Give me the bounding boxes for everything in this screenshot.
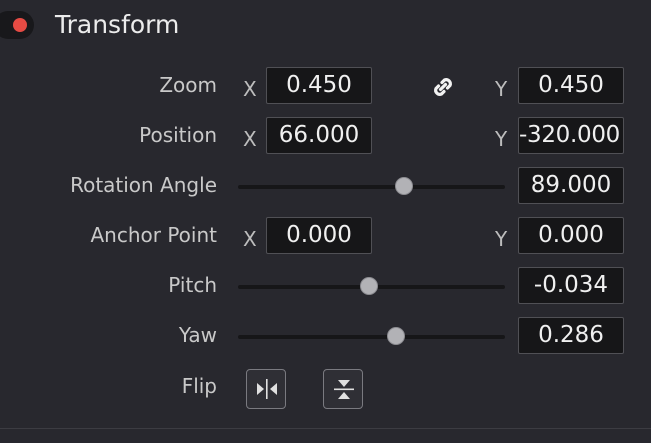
section-title: Transform (55, 10, 180, 39)
yaw-field[interactable]: 0.286 (518, 317, 624, 354)
yaw-label: Yaw (178, 323, 217, 347)
pitch-label: Pitch (168, 273, 217, 297)
transform-header: Transform (0, 0, 651, 54)
flip-horizontal-icon (257, 379, 277, 399)
zoom-label: Zoom (159, 73, 217, 97)
pitch-slider[interactable] (238, 277, 505, 295)
rotation-angle-slider[interactable] (238, 177, 505, 195)
yaw-slider[interactable] (238, 327, 505, 345)
anchor-point-label: Anchor Point (90, 223, 217, 247)
position-x-label: X (243, 127, 257, 151)
anchor-x-field[interactable]: 0.000 (266, 217, 372, 254)
anchor-y-field[interactable]: 0.000 (518, 217, 624, 254)
anchor-x-label: X (243, 227, 257, 251)
rotation-angle-label: Rotation Angle (70, 173, 217, 197)
transform-panel: Transform Zoom X 0.450 Y 0.450 Position … (0, 0, 651, 443)
enable-toggle[interactable] (0, 11, 34, 39)
zoom-y-label: Y (495, 77, 508, 101)
position-y-field[interactable]: -320.000 (518, 117, 624, 154)
zoom-x-field[interactable]: 0.450 (266, 67, 372, 104)
position-x-field[interactable]: 66.000 (266, 117, 372, 154)
flip-vertical-button[interactable] (323, 369, 363, 409)
pitch-field[interactable]: -0.034 (518, 267, 624, 304)
position-y-label: Y (495, 127, 508, 151)
enabled-indicator-icon (13, 18, 27, 32)
link-icon[interactable] (429, 73, 457, 101)
zoom-x-label: X (243, 77, 257, 101)
rotation-angle-slider-handle[interactable] (394, 177, 413, 195)
rotation-angle-field[interactable]: 89.000 (518, 167, 624, 204)
flip-horizontal-button[interactable] (246, 369, 286, 409)
yaw-slider-handle[interactable] (386, 327, 405, 345)
anchor-y-label: Y (495, 227, 508, 251)
position-label: Position (139, 123, 217, 147)
pitch-slider-handle[interactable] (359, 277, 378, 295)
zoom-y-field[interactable]: 0.450 (518, 67, 624, 104)
flip-label: Flip (181, 374, 217, 398)
section-divider (0, 428, 651, 429)
flip-vertical-icon (334, 380, 354, 399)
